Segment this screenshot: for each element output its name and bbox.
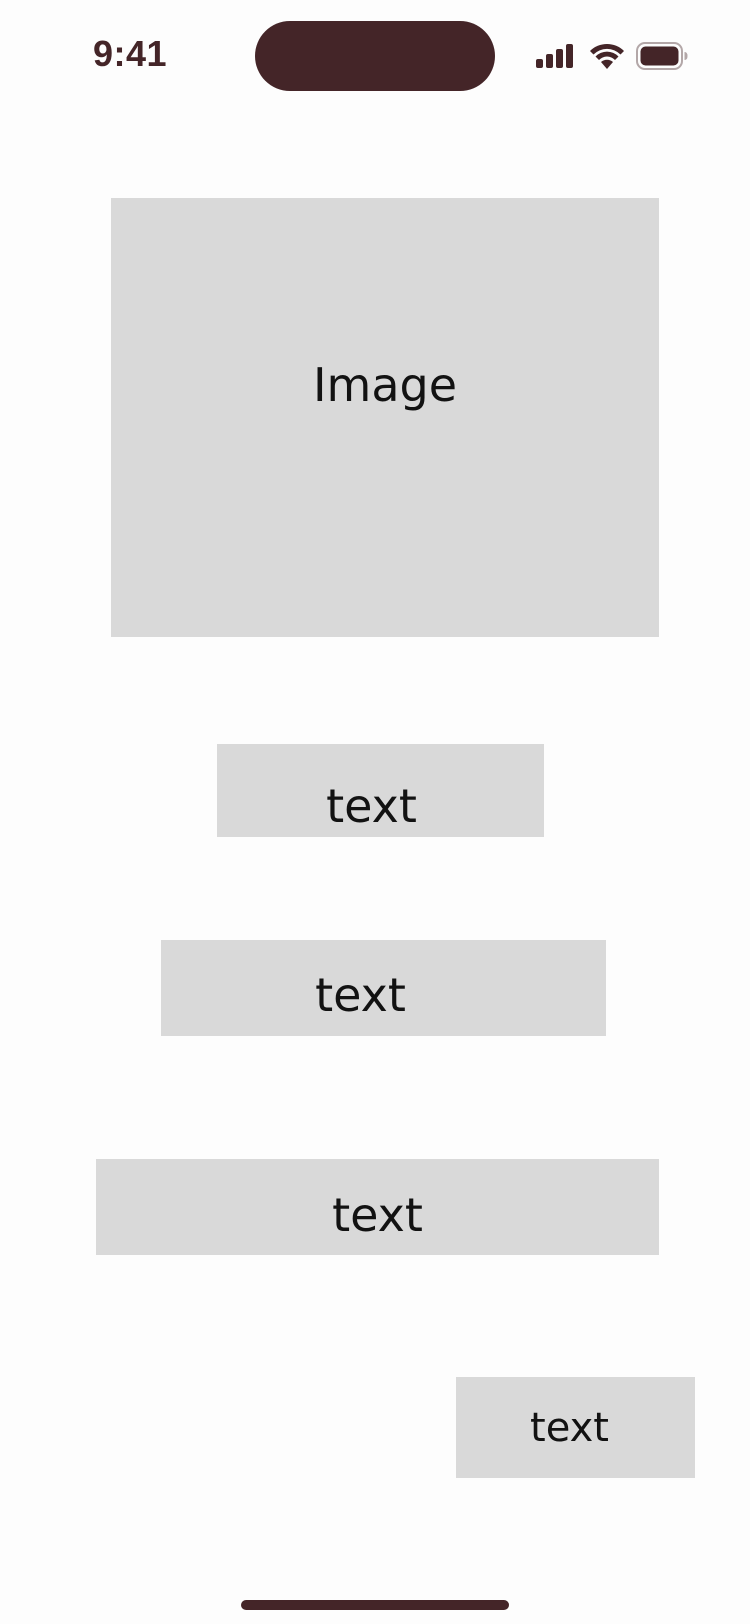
status-icons <box>536 40 688 72</box>
battery-icon <box>636 42 688 70</box>
text-block-3: text <box>96 1159 659 1255</box>
text-block-label: text <box>530 1404 609 1451</box>
text-block-1: text <box>217 744 544 837</box>
text-block-label: text <box>315 968 406 1022</box>
phone-screen: 9:41 Image text text text text <box>0 0 750 1624</box>
home-indicator[interactable] <box>241 1600 509 1610</box>
dynamic-island <box>255 21 495 91</box>
image-placeholder: Image <box>111 198 659 637</box>
text-block-label: text <box>326 779 417 833</box>
text-block-4[interactable]: text <box>456 1377 695 1478</box>
status-time: 9:41 <box>93 33 168 74</box>
image-placeholder-label: Image <box>312 358 458 412</box>
signal-icon <box>536 44 576 68</box>
text-block-label: text <box>332 1188 423 1242</box>
text-block-2: text <box>161 940 606 1036</box>
wifi-icon <box>589 43 625 69</box>
